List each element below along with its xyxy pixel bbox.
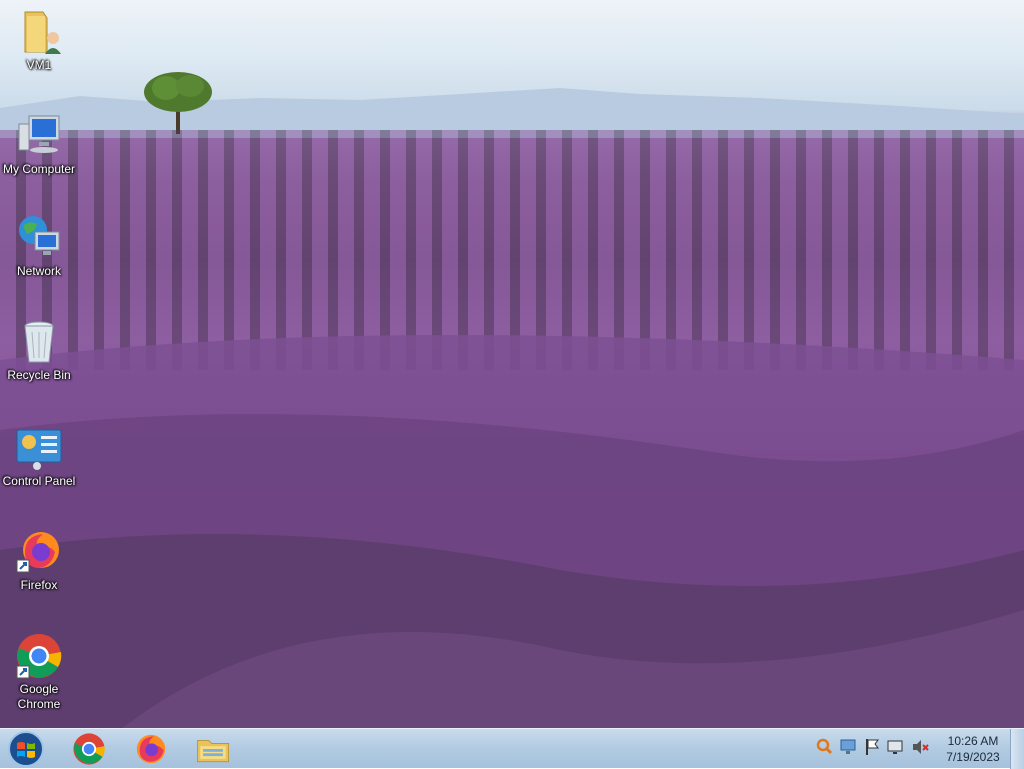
- desktop-icon-label: Recycle Bin: [7, 368, 71, 382]
- tree-image: [144, 72, 212, 134]
- desktop-icon-my-computer[interactable]: My Computer: [0, 112, 78, 177]
- folder-icon: [24, 11, 61, 54]
- system-tray: [814, 737, 930, 761]
- desktop-icon-google-chrome[interactable]: Google Chrome: [0, 632, 78, 712]
- taskbar-chrome-button[interactable]: [62, 731, 116, 767]
- desktop-icon-firefox[interactable]: Firefox: [0, 528, 78, 593]
- taskbar-file-explorer-button[interactable]: [186, 731, 240, 767]
- network-status-icon[interactable]: [838, 737, 858, 757]
- display-icon[interactable]: [886, 737, 906, 757]
- taskbar-firefox-button[interactable]: [124, 731, 178, 767]
- my-computer-icon: [18, 115, 60, 153]
- search-icon[interactable]: [814, 737, 834, 757]
- action-center-flag-icon[interactable]: [862, 737, 882, 757]
- desktop-icon-control-panel[interactable]: Control Panel: [0, 424, 78, 489]
- desktop-icon-recycle-bin[interactable]: Recycle Bin: [0, 318, 78, 383]
- desktop-icon-vm1[interactable]: VM1: [0, 8, 78, 73]
- start-button[interactable]: [6, 730, 46, 768]
- volume-muted-icon[interactable]: [910, 737, 930, 757]
- desktop-icon-label: Google Chrome: [17, 682, 61, 711]
- firefox-icon: [16, 532, 59, 573]
- recycle-bin-icon: [24, 321, 54, 363]
- taskbar: 10:26 AM 7/19/2023: [0, 728, 1024, 769]
- clock-time: 10:26 AM: [947, 734, 999, 748]
- firefox-icon: [136, 734, 166, 764]
- desktop-icon-label: Firefox: [20, 578, 58, 592]
- control-panel-icon: [16, 429, 62, 470]
- desktop-background: VM1 My Computer Network Recycle Bin Cont…: [0, 0, 1024, 728]
- desktop-icon-label: Network: [16, 264, 61, 278]
- show-desktop-button[interactable]: [1010, 729, 1024, 769]
- clock-date: 7/19/2023: [946, 750, 1000, 764]
- desktop-icon-label: VM1: [26, 58, 52, 72]
- network-icon: [19, 216, 60, 255]
- desktop-icon-label: Control Panel: [2, 474, 76, 488]
- chrome-icon: [73, 733, 105, 765]
- chrome-icon: [16, 634, 62, 679]
- desktop-icon-network[interactable]: Network: [0, 214, 78, 279]
- desktop-icon-label: My Computer: [2, 162, 76, 176]
- clock[interactable]: 10:26 AM 7/19/2023: [940, 733, 1006, 765]
- lavender-field: [0, 130, 1024, 728]
- file-explorer-icon: [197, 740, 229, 763]
